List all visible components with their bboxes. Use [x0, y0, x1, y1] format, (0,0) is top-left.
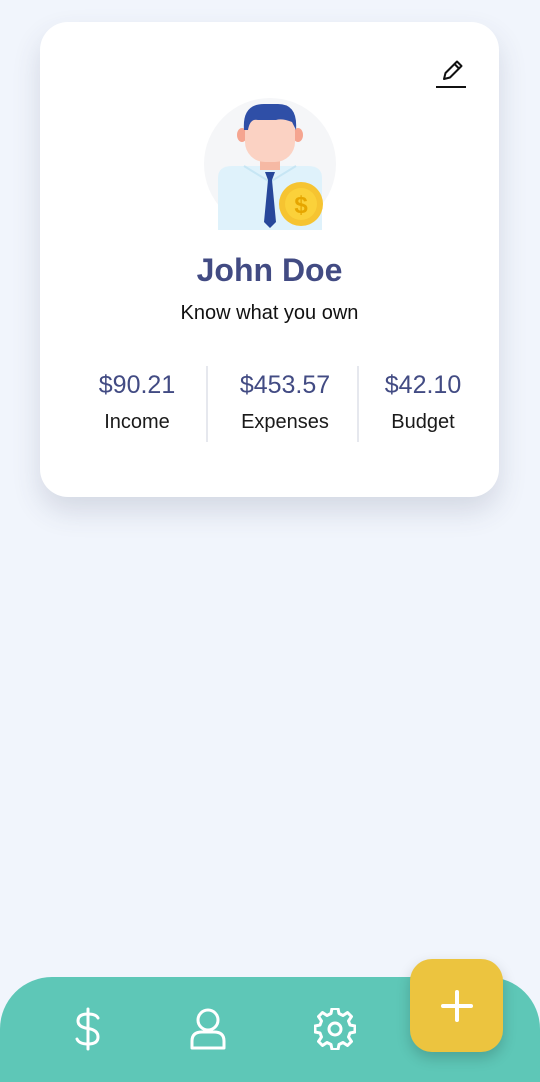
pencil-icon	[436, 60, 466, 88]
profile-card: $ John Doe Know what you own $90.21 Inco…	[40, 22, 499, 497]
nav-transactions[interactable]	[63, 1004, 113, 1054]
svg-text:$: $	[294, 192, 308, 219]
nav-settings[interactable]	[310, 1004, 360, 1054]
dollar-icon	[75, 1007, 100, 1051]
expenses-stat: $453.57 Expenses	[220, 369, 350, 434]
nav-profile[interactable]	[183, 1004, 233, 1054]
plus-icon	[440, 989, 473, 1022]
expenses-label: Expenses	[241, 411, 329, 433]
budget-amount: $42.10	[384, 371, 462, 399]
income-amount: $90.21	[98, 371, 176, 399]
income-label: Income	[104, 411, 170, 433]
avatar: $	[204, 98, 336, 230]
add-button[interactable]	[410, 959, 503, 1052]
stat-divider	[357, 366, 359, 442]
budget-stat: $42.10 Budget	[372, 369, 474, 434]
profile-tagline: Know what you own	[180, 302, 359, 324]
profile-name: John Doe	[196, 252, 343, 288]
expenses-amount: $453.57	[239, 371, 331, 399]
budget-label: Budget	[391, 411, 455, 433]
user-icon	[190, 1008, 226, 1050]
gear-icon	[314, 1008, 356, 1050]
edit-profile-button[interactable]	[434, 56, 468, 90]
income-stat: $90.21 Income	[82, 369, 192, 434]
stat-divider	[206, 366, 208, 442]
